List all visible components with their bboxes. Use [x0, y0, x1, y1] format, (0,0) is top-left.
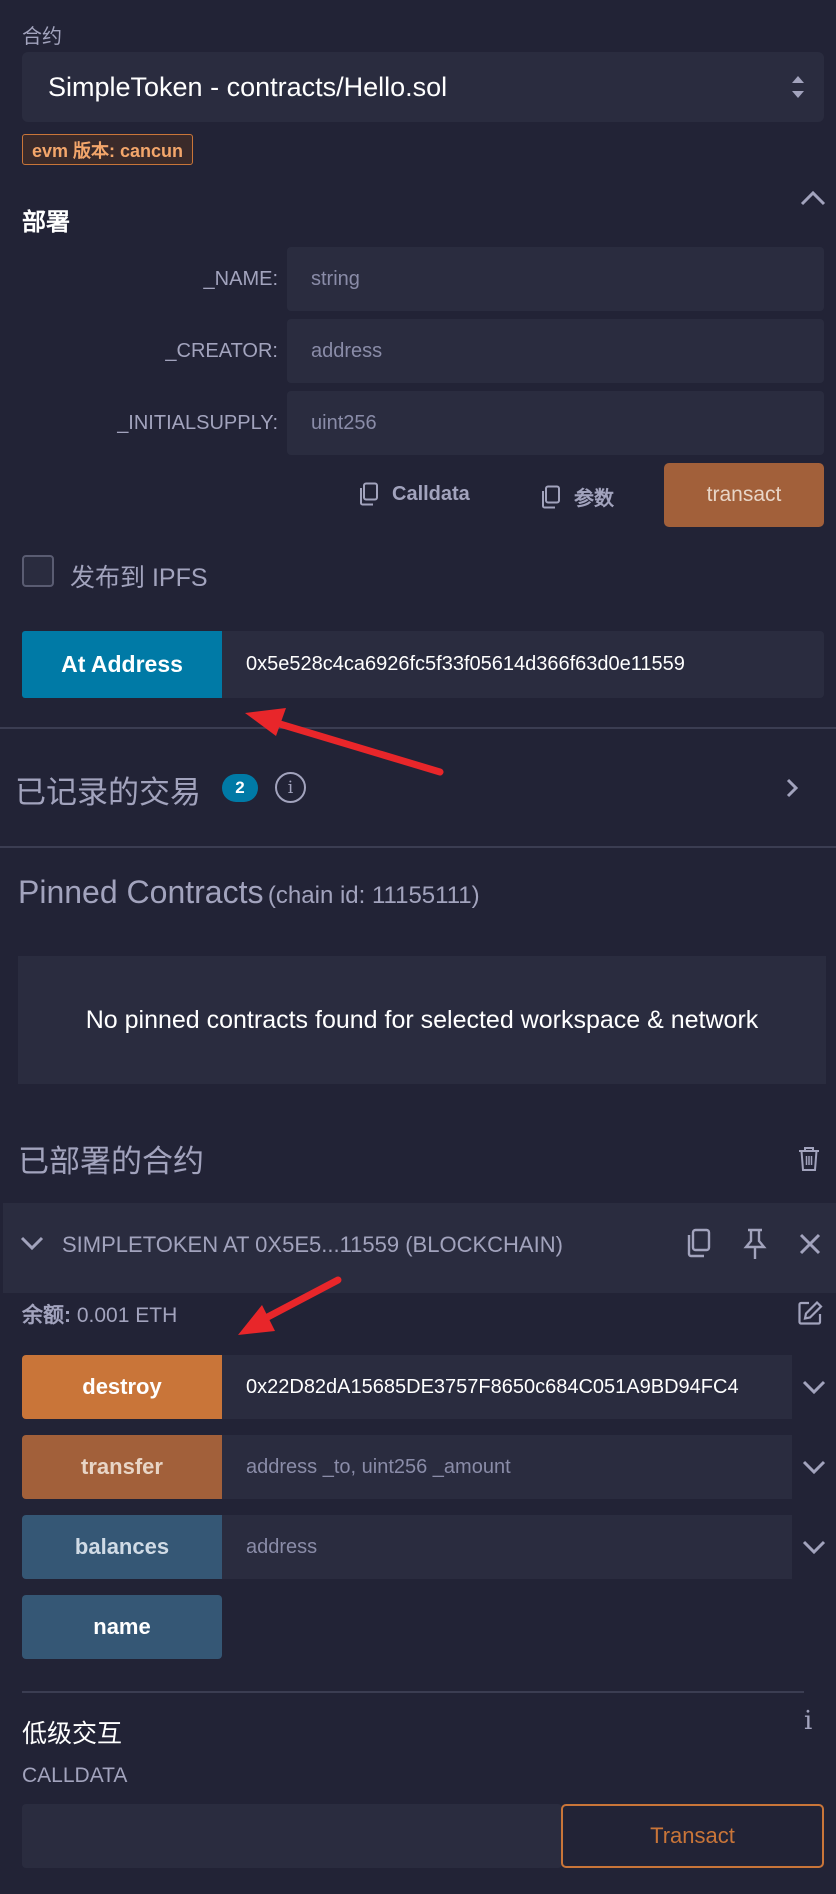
fn-balances-button[interactable]: balances — [22, 1515, 222, 1579]
select-arrows-icon — [792, 76, 804, 98]
fn-destroy-input[interactable]: 0x22D82dA15685DE3757F8650c684C051A9BD94F… — [222, 1355, 792, 1419]
recorded-count-badge: 2 — [222, 774, 258, 802]
fn-destroy-button[interactable]: destroy — [22, 1355, 222, 1419]
evm-version-badge: evm 版本: cancun — [22, 134, 194, 165]
chevron-down-icon[interactable] — [802, 1540, 826, 1554]
divider — [0, 727, 836, 729]
pinned-empty-message: No pinned contracts found for selected w… — [18, 956, 826, 1084]
low-level-title: 低级交互 — [22, 1720, 123, 1748]
pin-icon[interactable] — [742, 1228, 768, 1260]
deploy-title: 部署 — [22, 209, 70, 236]
chevron-right-icon[interactable] — [785, 777, 799, 799]
balance-value: 0.001 ETH — [76, 1304, 178, 1327]
copy-calldata-label: Calldata — [392, 482, 470, 505]
ipfs-checkbox[interactable] — [22, 555, 54, 587]
deployed-contracts-title: 已部署的合约 — [18, 1144, 204, 1179]
copy-calldata-button[interactable]: Calldata — [358, 482, 470, 506]
copy-icon — [360, 482, 378, 506]
low-level-info-icon[interactable]: i — [804, 1706, 812, 1736]
trash-icon[interactable] — [798, 1146, 820, 1172]
param-label-initialsupply: _INITIALSUPPLY: — [117, 412, 278, 434]
ipfs-label: 发布到 IPFS — [70, 564, 208, 592]
chevron-down-icon[interactable] — [802, 1380, 826, 1394]
param-input-initialsupply[interactable]: uint256 — [287, 391, 824, 455]
close-icon[interactable] — [798, 1232, 822, 1256]
instance-balance: 余额: 0.001 ETH — [22, 1299, 177, 1329]
chevron-down-icon[interactable] — [20, 1236, 44, 1250]
at-address-button[interactable]: At Address — [22, 631, 222, 698]
copy-params-button[interactable]: 参数 — [540, 482, 614, 511]
low-level-transact-button[interactable]: Transact — [561, 1804, 824, 1868]
at-address-input[interactable]: 0x5e528c4ca6926fc5f33f05614d366f63d0e115… — [222, 631, 824, 698]
contract-select-value: SimpleToken - contracts/Hello.sol — [48, 71, 448, 102]
fn-balances-input[interactable]: address — [222, 1515, 792, 1579]
copy-params-label: 参数 — [574, 488, 614, 510]
param-input-name[interactable]: string — [287, 247, 824, 311]
param-input-creator[interactable]: address — [287, 319, 824, 383]
fn-name-button[interactable]: name — [22, 1595, 222, 1659]
fn-transfer-input[interactable]: address _to, uint256 _amount — [222, 1435, 792, 1499]
divider — [0, 846, 836, 848]
divider — [22, 1691, 804, 1693]
copy-icon — [542, 485, 560, 508]
fn-transfer-button[interactable]: transfer — [22, 1435, 222, 1499]
param-label-creator: _CREATOR: — [165, 340, 278, 362]
pinned-contracts-title: Pinned Contracts — [18, 874, 264, 910]
deploy-transact-button[interactable]: transact — [664, 463, 824, 527]
chevron-down-icon[interactable] — [802, 1460, 826, 1474]
balance-label: 余额: — [22, 1304, 71, 1327]
calldata-input[interactable] — [22, 1804, 562, 1868]
contract-select[interactable]: SimpleToken - contracts/Hello.sol — [22, 52, 824, 122]
recorded-transactions-title[interactable]: 已记录的交易 — [15, 767, 201, 812]
edit-icon[interactable] — [797, 1300, 823, 1326]
copy-icon[interactable] — [686, 1228, 712, 1258]
instance-name[interactable]: SIMPLETOKEN AT 0X5E5...11559 (BLOCKCHAIN… — [62, 1232, 563, 1258]
param-label-name: _NAME: — [203, 268, 278, 290]
pinned-chain-id: (chain id: 11155111) — [267, 882, 480, 909]
pinned-contracts-heading: Pinned Contracts (chain id: 11155111) — [18, 874, 480, 911]
collapse-up-icon[interactable] — [800, 190, 826, 206]
contract-label: 合约 — [22, 26, 62, 48]
calldata-label: CALLDATA — [22, 1764, 128, 1787]
info-icon[interactable]: i — [275, 772, 306, 803]
